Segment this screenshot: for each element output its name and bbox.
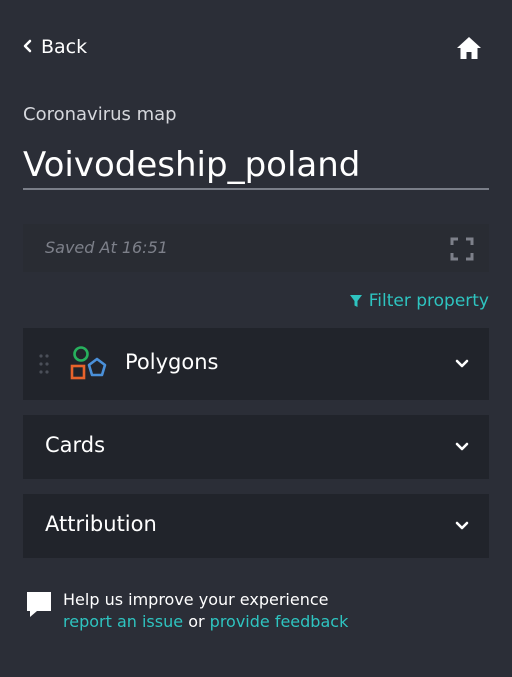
fullscreen-icon xyxy=(450,237,474,261)
chevron-down-icon xyxy=(455,359,469,368)
filter-property-label: Filter property xyxy=(368,291,489,311)
filter-property-button[interactable]: Filter property xyxy=(349,291,489,311)
chevron-down-icon xyxy=(455,442,469,451)
chevron-left-icon xyxy=(23,38,33,57)
report-issue-link[interactable]: report an issue xyxy=(63,612,183,631)
drag-handle-icon[interactable] xyxy=(37,352,51,376)
feedback-section: Help us improve your experience report a… xyxy=(25,589,348,633)
back-button[interactable]: Back xyxy=(23,36,87,58)
home-button[interactable] xyxy=(455,34,483,62)
feedback-prompt: Help us improve your experience xyxy=(63,590,329,609)
panel-attribution-label: Attribution xyxy=(45,512,157,536)
map-title-text: Voivodeship_poland xyxy=(23,145,361,185)
map-title-input[interactable]: Voivodeship_poland xyxy=(23,143,489,190)
panel-cards-label: Cards xyxy=(45,433,106,457)
back-label: Back xyxy=(41,36,88,58)
chat-bubble-icon xyxy=(27,592,51,617)
panel-polygons[interactable]: Polygons xyxy=(23,328,489,400)
fullscreen-button[interactable] xyxy=(450,237,474,261)
feedback-or-text: or xyxy=(188,612,205,631)
panel-polygons-label: Polygons xyxy=(125,350,219,374)
provide-feedback-link[interactable]: provide feedback xyxy=(210,612,349,631)
map-subtitle: Coronavirus map xyxy=(23,104,177,125)
saved-status-bar: Saved At 16:51 xyxy=(23,224,489,272)
filter-icon xyxy=(349,295,362,307)
home-icon xyxy=(457,37,481,59)
panel-attribution[interactable]: Attribution xyxy=(23,494,489,558)
chevron-down-icon xyxy=(455,521,469,530)
panel-cards[interactable]: Cards xyxy=(23,415,489,479)
saved-status-text: Saved At 16:51 xyxy=(45,238,168,257)
polygons-layer-icon xyxy=(70,346,107,380)
